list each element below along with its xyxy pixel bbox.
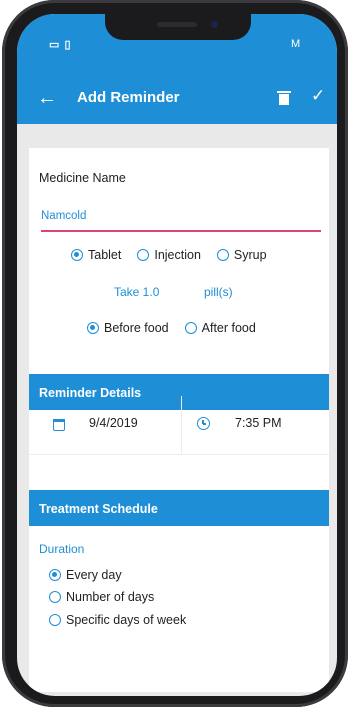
duration-label: Duration: [39, 542, 85, 556]
medicine-name-label: Medicine Name: [39, 171, 126, 185]
phone-frame: ▭ ▯ M ← Add Reminder ✓ Medicine Name Nam…: [2, 0, 348, 707]
notch: [105, 14, 251, 40]
radio-before-food-circle: [87, 322, 99, 334]
radio-after-food-circle: [184, 322, 197, 334]
radio-specific-days-circle: [49, 614, 61, 626]
dose-take[interactable]: Take 1.0: [114, 285, 159, 299]
radio-number-of-days[interactable]: Number of days: [49, 590, 154, 604]
divider: [181, 396, 182, 454]
radio-specific-days[interactable]: Specific days of week: [49, 613, 186, 627]
speaker: [157, 22, 197, 27]
food-group: Before food After food: [87, 321, 272, 335]
status-right: M: [291, 38, 301, 50]
medicine-name-input[interactable]: Namcold: [41, 210, 321, 232]
calendar-icon: [53, 419, 65, 431]
reminder-time[interactable]: 7:35 PM: [235, 416, 282, 430]
radio-every-day[interactable]: Every day: [49, 568, 122, 582]
form-card: Medicine Name Namcold Tablet Injection S…: [29, 148, 329, 692]
radio-before-food[interactable]: Before food: [87, 321, 169, 335]
back-arrow-icon[interactable]: ←: [37, 88, 57, 108]
status-left: ▭ ▯: [49, 39, 72, 51]
radio-injection-circle: [137, 249, 150, 261]
treatment-schedule-header: Treatment Schedule: [29, 490, 329, 526]
dose-unit[interactable]: pill(s): [204, 285, 233, 299]
app-screen: ▭ ▯ M ← Add Reminder ✓ Medicine Name Nam…: [17, 14, 337, 696]
reminder-date[interactable]: 9/4/2019: [89, 416, 138, 430]
radio-tablet[interactable]: Tablet: [71, 248, 121, 262]
status-bar: ▭ ▯ M: [49, 38, 309, 52]
check-icon[interactable]: ✓: [311, 86, 325, 106]
page-title: Add Reminder: [77, 89, 180, 106]
reminder-datetime-row: 9/4/2019 7:35 PM: [29, 396, 329, 455]
clock-icon: [197, 417, 210, 430]
camera: [211, 21, 218, 28]
radio-number-of-days-circle: [49, 591, 61, 603]
trash-icon[interactable]: [277, 91, 291, 105]
radio-after-food[interactable]: After food: [184, 321, 256, 335]
radio-syrup[interactable]: Syrup: [216, 248, 267, 262]
form-type-group: Tablet Injection Syrup: [71, 248, 283, 262]
radio-tablet-circle: [71, 249, 83, 261]
radio-syrup-circle: [216, 249, 229, 261]
radio-injection[interactable]: Injection: [137, 248, 201, 262]
radio-every-day-circle: [49, 569, 61, 581]
